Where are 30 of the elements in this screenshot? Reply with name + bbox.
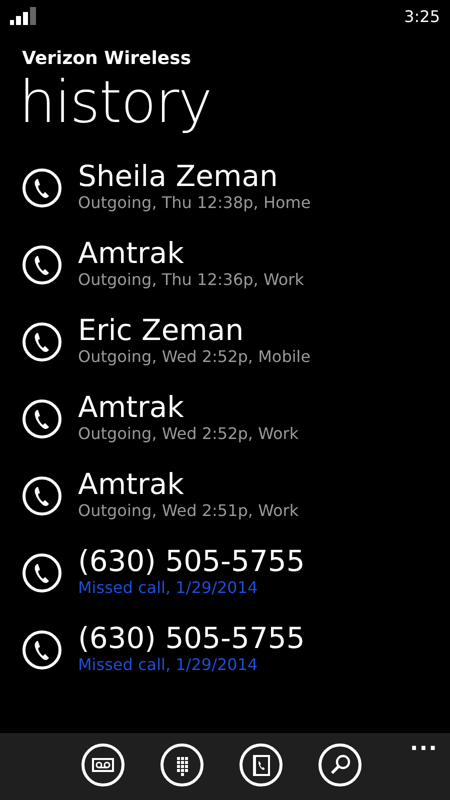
- phone-icon[interactable]: [22, 322, 62, 362]
- contacts-icon[interactable]: [238, 743, 282, 787]
- more-button[interactable]: ...: [410, 731, 438, 756]
- contact-name[interactable]: Amtrak: [78, 236, 184, 270]
- contact-name[interactable]: (630) 505-5755: [78, 621, 305, 655]
- phone-icon[interactable]: [22, 168, 62, 208]
- clock-time: 3:25: [404, 6, 440, 26]
- call-detail: Outgoing, Wed 2:51p, Work: [78, 501, 299, 521]
- contact-name[interactable]: Amtrak: [78, 467, 184, 501]
- call-detail: Outgoing, Wed 2:52p, Work: [78, 424, 299, 444]
- signal-icon: [10, 7, 38, 25]
- carrier-name: Verizon Wireless: [22, 48, 192, 69]
- phone-icon[interactable]: [22, 630, 62, 670]
- page-title: history: [19, 69, 212, 135]
- call-detail: Outgoing, Wed 2:52p, Mobile: [78, 347, 311, 367]
- search-icon[interactable]: [318, 743, 362, 787]
- contact-name[interactable]: Amtrak: [78, 390, 184, 424]
- contact-name[interactable]: Sheila Zeman: [78, 159, 278, 193]
- call-detail: Missed call, 1/29/2014: [78, 655, 258, 675]
- phone-icon[interactable]: [22, 553, 62, 593]
- phone-icon[interactable]: [22, 476, 62, 516]
- call-detail: Outgoing, Thu 12:36p, Work: [78, 270, 304, 290]
- call-detail: Outgoing, Thu 12:38p, Home: [78, 193, 311, 213]
- voicemail-icon[interactable]: [80, 743, 124, 787]
- contact-name[interactable]: Eric Zeman: [78, 313, 244, 347]
- contact-name[interactable]: (630) 505-5755: [78, 544, 305, 578]
- call-detail: Missed call, 1/29/2014: [78, 578, 258, 598]
- keypad-icon[interactable]: [160, 743, 204, 787]
- phone-icon[interactable]: [22, 399, 62, 439]
- phone-icon[interactable]: [22, 245, 62, 285]
